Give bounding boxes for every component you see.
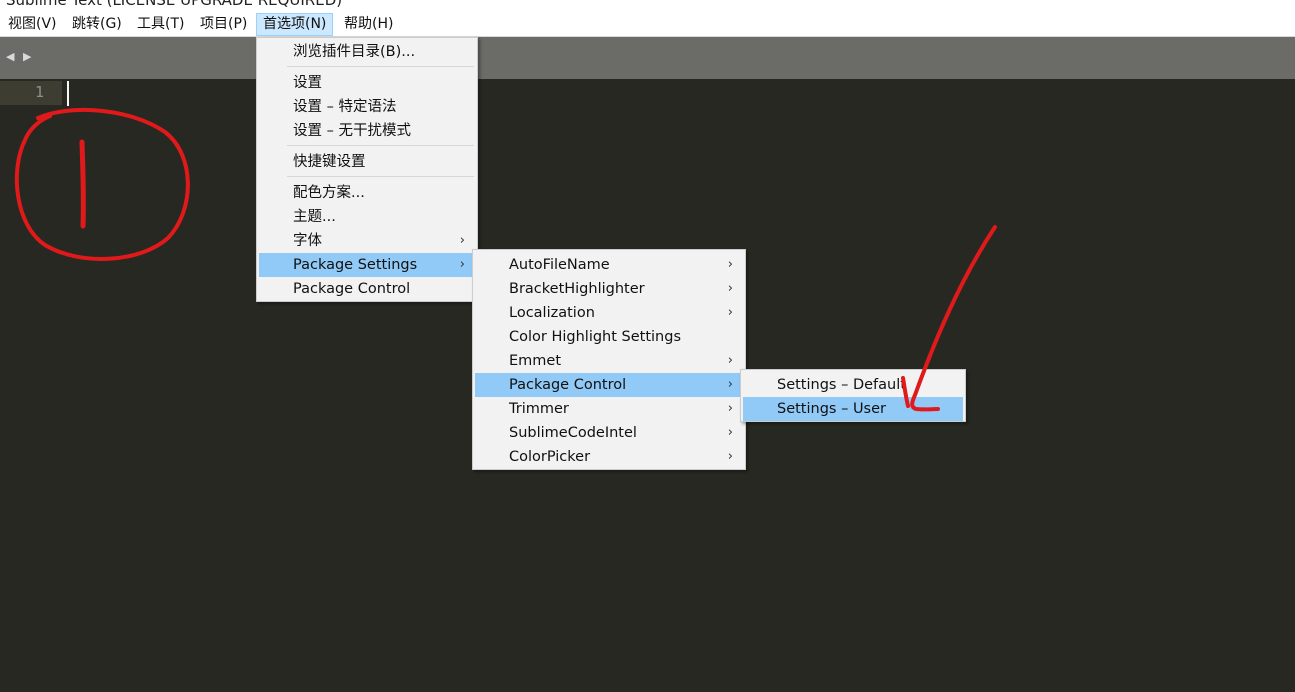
window-titlebar: Sublime Text (LICENSE UPGRADE REQUIRED) [0, 0, 1295, 12]
menu-item-label: Package Control [293, 281, 411, 297]
menu-item-label: Localization [509, 305, 595, 321]
menu-item-settings-distraction-free[interactable]: 设置 – 无干扰模式 [259, 119, 475, 143]
menu-item-settings-default[interactable]: Settings – Default [743, 373, 963, 397]
line-number: 1 [34, 83, 44, 101]
menu-item-localization[interactable]: Localization › [475, 301, 743, 325]
menu-item-label: 浏览插件目录(B)... [293, 44, 416, 60]
menu-item-trimmer[interactable]: Trimmer › [475, 397, 743, 421]
menu-item-emmet[interactable]: Emmet › [475, 349, 743, 373]
menu-help[interactable]: 帮助(H) [338, 13, 399, 36]
menu-item-label: Color Highlight Settings [509, 329, 682, 345]
menu-item-label: 主题... [293, 209, 336, 225]
menu-item-key-bindings[interactable]: 快捷键设置 [259, 150, 475, 174]
right-triangle-icon[interactable]: ▶ [23, 50, 31, 63]
menubar: 视图(V) 跳转(G) 工具(T) 项目(P) 首选项(N) 帮助(H) [0, 12, 1295, 37]
menu-item-label: 设置 – 特定语法 [293, 99, 397, 115]
menu-item-label: AutoFileName [509, 257, 610, 273]
menu-item-browse-packages[interactable]: 浏览插件目录(B)... [259, 40, 475, 64]
menu-preferences[interactable]: 首选项(N) [256, 13, 334, 36]
menu-item-label: BracketHighlighter [509, 281, 645, 297]
menu-item-label: ColorPicker [509, 449, 591, 465]
menu-project[interactable]: 项目(P) [194, 13, 253, 36]
menu-item-label: Trimmer [509, 401, 569, 417]
chevron-right-icon: › [727, 425, 733, 440]
menu-item-color-scheme[interactable]: 配色方案... [259, 181, 475, 205]
chevron-right-icon: › [727, 281, 733, 296]
menu-item-label: SublimeCodeIntel [509, 425, 637, 441]
window-title: Sublime Text (LICENSE UPGRADE REQUIRED) [6, 0, 343, 9]
preferences-menu: 浏览插件目录(B)... 设置 设置 – 特定语法 设置 – 无干扰模式 快捷键… [256, 37, 478, 302]
menu-item-settings-user[interactable]: Settings – User [743, 397, 963, 421]
chevron-right-icon: › [459, 233, 465, 248]
menu-item-label: 快捷键设置 [293, 154, 366, 170]
menu-item-label: 配色方案... [293, 185, 365, 201]
menu-tools[interactable]: 工具(T) [131, 13, 190, 36]
menu-separator [287, 66, 474, 67]
chevron-right-icon: › [727, 353, 733, 368]
menu-goto[interactable]: 跳转(G) [66, 13, 128, 36]
menu-item-label: 字体 [293, 233, 322, 249]
menu-view[interactable]: 视图(V) [2, 13, 63, 36]
menu-item-autofilename[interactable]: AutoFileName › [475, 253, 743, 277]
menu-item-settings[interactable]: 设置 [259, 71, 475, 95]
menu-separator [287, 145, 474, 146]
package-control-menu: Settings – Default Settings – User [740, 369, 966, 422]
menu-item-label: Settings – Default [777, 377, 906, 393]
menu-item-colorpicker[interactable]: ColorPicker › [475, 445, 743, 469]
chevron-right-icon: › [727, 377, 733, 392]
chevron-right-icon: › [727, 257, 733, 272]
chevron-right-icon: › [727, 449, 733, 464]
menu-separator [287, 176, 474, 177]
menu-item-font[interactable]: 字体 › [259, 229, 475, 253]
tab-bar: ◀ ▶ [0, 37, 1295, 79]
menu-item-settings-syntax[interactable]: 设置 – 特定语法 [259, 95, 475, 119]
menu-item-label: Package Control [509, 377, 627, 393]
menu-item-label: 设置 [293, 75, 322, 91]
package-settings-menu: AutoFileName › BracketHighlighter › Loca… [472, 249, 746, 470]
left-triangle-icon[interactable]: ◀ [6, 50, 14, 63]
text-caret [67, 81, 69, 106]
menu-item-label: Emmet [509, 353, 562, 369]
menu-item-color-highlight-settings[interactable]: Color Highlight Settings [475, 325, 743, 349]
menu-item-sublimecodeintel[interactable]: SublimeCodeIntel › [475, 421, 743, 445]
menu-item-label: Package Settings [293, 257, 418, 273]
menu-item-theme[interactable]: 主题... [259, 205, 475, 229]
menu-item-package-control-settings[interactable]: Package Control › [475, 373, 743, 397]
menu-item-brackethighlighter[interactable]: BracketHighlighter › [475, 277, 743, 301]
chevron-right-icon: › [727, 305, 733, 320]
menu-item-label: 设置 – 无干扰模式 [293, 123, 411, 139]
menu-item-label: Settings – User [777, 401, 886, 417]
chevron-right-icon: › [459, 257, 465, 272]
menu-item-package-control[interactable]: Package Control [259, 277, 475, 301]
chevron-right-icon: › [727, 401, 733, 416]
menu-item-package-settings[interactable]: Package Settings › [259, 253, 475, 277]
